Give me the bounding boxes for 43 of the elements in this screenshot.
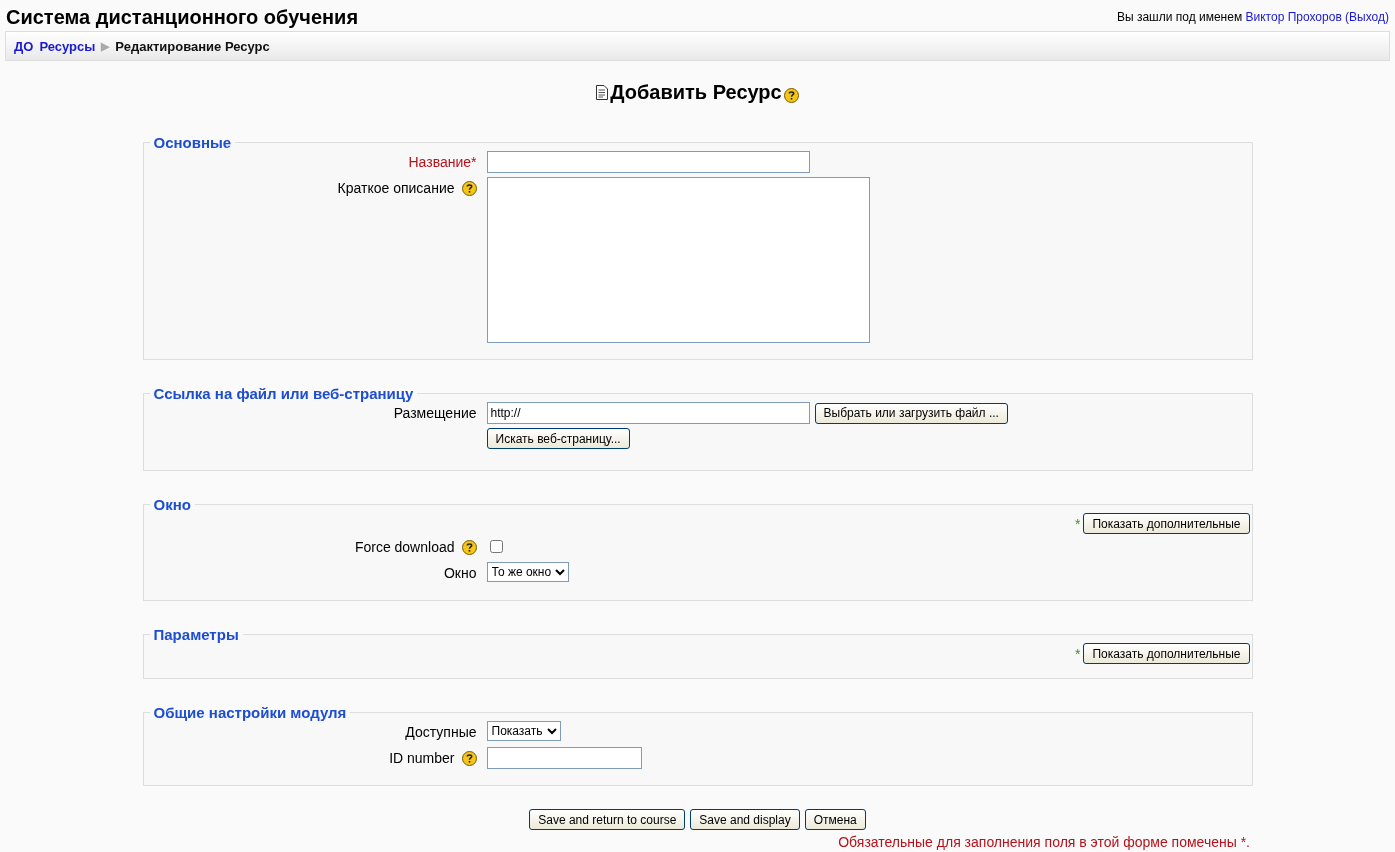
form-button[interactable]: Отмена <box>804 809 866 830</box>
help-icon[interactable] <box>461 539 477 555</box>
field-label: Окно <box>443 565 477 581</box>
advanced-marker: * <box>1074 515 1081 532</box>
show-advanced-button[interactable]: Показать дополнительные <box>1083 643 1250 664</box>
search-page-button[interactable]: Искать веб-страницу... <box>486 428 630 449</box>
advanced-marker: * <box>1074 645 1081 662</box>
page-heading: Добавить Ресурс <box>610 81 782 104</box>
logout-link[interactable]: (Выход) <box>1345 10 1389 24</box>
section-title[interactable]: Общие настройки модуля <box>149 704 351 721</box>
help-icon[interactable] <box>461 180 477 196</box>
checkbox[interactable] <box>489 540 503 553</box>
help-icon[interactable] <box>461 750 477 766</box>
dropdown[interactable]: Показать <box>486 721 561 741</box>
description-field[interactable] <box>486 177 870 343</box>
field-label: Название* <box>408 154 477 170</box>
section-title[interactable]: Ссылка на файл или веб-страницу <box>149 385 418 402</box>
dropdown[interactable]: То же окно <box>486 562 569 582</box>
choose-file-button[interactable]: Выбрать или загрузить файл ... <box>814 402 1008 424</box>
field-label: Force download <box>354 539 455 555</box>
text-field[interactable]: http:// <box>486 402 810 424</box>
required-note: Обязательные для заполнения поля в этой форме помечены *. <box>838 834 1250 850</box>
field-label: Краткое описание <box>337 180 455 196</box>
form-button[interactable]: Save and return to course <box>529 809 686 830</box>
field-label: Доступные <box>405 724 477 740</box>
section-title[interactable]: Основные <box>149 134 236 151</box>
breadcrumb-link[interactable]: ДО <box>14 38 34 54</box>
help-icon[interactable] <box>783 88 799 103</box>
text-field[interactable] <box>486 747 642 769</box>
site-title: Система дистанционного обучения <box>6 6 359 29</box>
section-title[interactable]: Параметры <box>149 626 243 643</box>
user-link[interactable]: Виктор Прохоров <box>1245 10 1342 24</box>
field-label: ID number <box>389 750 455 766</box>
section-title[interactable]: Окно <box>149 496 195 513</box>
text-field[interactable] <box>486 151 810 173</box>
show-advanced-button[interactable]: Показать дополнительные <box>1083 513 1250 534</box>
field-label: Размещение <box>393 405 477 421</box>
document-icon <box>596 85 609 100</box>
breadcrumb-separator: ▶ <box>101 39 110 53</box>
breadcrumb-link[interactable]: Ресурсы <box>39 38 96 54</box>
login-info: Вы зашли под именем Виктор Прохоров (Выход) <box>1116 9 1389 24</box>
form-button[interactable]: Save and display <box>690 809 800 830</box>
breadcrumb-current: Редактирование Ресурс <box>115 38 270 54</box>
